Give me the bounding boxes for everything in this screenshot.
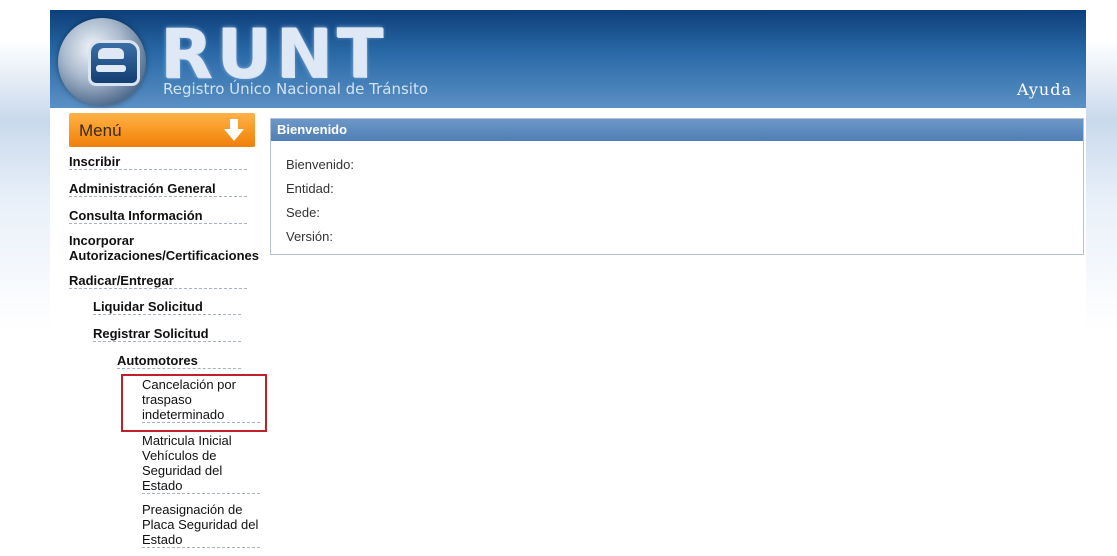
menu-item-inscribir[interactable]: Inscribir — [69, 154, 247, 170]
menu-title: Menú — [79, 121, 122, 140]
menu-item-administracion-general[interactable]: Administración General — [69, 181, 247, 197]
info-version: Versión: — [286, 229, 333, 244]
logo-subtitle: Registro Único Nacional de Tránsito — [163, 80, 429, 98]
welcome-panel: Bienvenido Bienvenido: Entidad: Sede: Ve… — [270, 118, 1084, 255]
menu-item-automotores[interactable]: Automotores — [117, 353, 241, 369]
runt-logo — [58, 18, 146, 106]
welcome-title: Bienvenido — [271, 119, 1083, 141]
sidebar-menu: Menú — [69, 113, 269, 147]
menu-item-preasignacion-placa[interactable]: Preasignación de Placa Seguridad del Est… — [142, 502, 260, 548]
car-icon — [88, 40, 140, 86]
menu-item-matricula-inicial[interactable]: Matricula Inicial Vehículos de Seguridad… — [142, 433, 260, 494]
menu-item-liquidar-solicitud[interactable]: Liquidar Solicitud — [93, 299, 241, 315]
info-entidad: Entidad: — [286, 181, 334, 196]
menu-item-registrar-solicitud[interactable]: Registrar Solicitud — [93, 326, 241, 342]
info-bienvenido: Bienvenido: — [286, 157, 354, 172]
header-banner: RUNT Registro Único Nacional de Tránsito… — [50, 10, 1086, 108]
highlight-annotation — [121, 374, 267, 432]
info-sede: Sede: — [286, 205, 320, 220]
menu-header[interactable]: Menú — [69, 113, 255, 147]
help-link[interactable]: Ayuda — [1017, 80, 1072, 99]
arrow-down-icon — [224, 119, 244, 141]
menu-item-radicar-entregar[interactable]: Radicar/Entregar — [69, 273, 247, 289]
menu-item-consulta-informacion[interactable]: Consulta Información — [69, 208, 247, 224]
menu-item-incorporar[interactable]: Incorporar Autorizaciones/Certificacione… — [69, 233, 269, 263]
